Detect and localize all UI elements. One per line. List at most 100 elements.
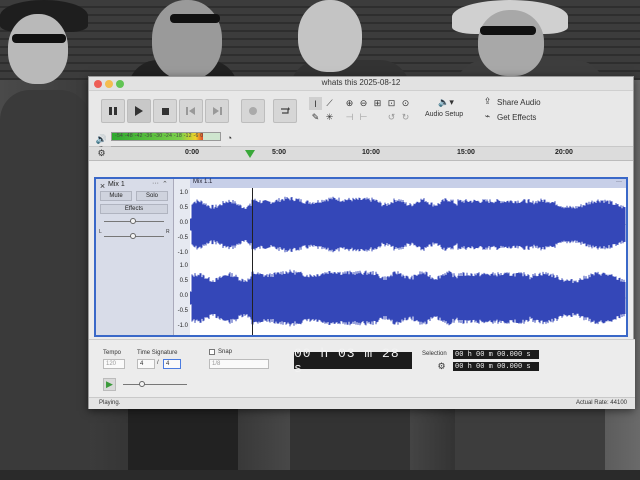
snap-select[interactable]: 1/8 xyxy=(209,359,269,369)
ruler-label: 15:00 xyxy=(457,149,475,156)
person-glasses xyxy=(170,14,220,23)
clip-menu-icon[interactable]: ··· xyxy=(616,179,622,185)
person-head xyxy=(478,10,544,76)
loop-button[interactable] xyxy=(273,99,297,123)
gear-icon: ⚙ xyxy=(97,148,106,158)
draw-tool-button[interactable]: ✎ xyxy=(309,111,322,124)
fit-project-icon: ⊡ xyxy=(387,98,396,108)
share-audio-label[interactable]: Share Audio xyxy=(497,98,541,107)
skip-end-icon xyxy=(213,107,222,115)
amplitude-label: 0.0 xyxy=(179,220,188,226)
tracks-panel: × Mix 1 ··· ⌃ Mute Solo Effects L R 1.0 0… xyxy=(94,177,628,337)
play-speed-slider-track[interactable] xyxy=(123,384,187,385)
zoom-out-button[interactable]: ⊖ xyxy=(357,97,370,110)
record-button[interactable] xyxy=(241,99,265,123)
collapse-track-icon[interactable]: ⌃ xyxy=(162,180,168,188)
waveform-channel-left[interactable] xyxy=(190,188,626,261)
playhead-line xyxy=(252,188,253,335)
ruler-label: 10:00 xyxy=(362,149,380,156)
mute-button[interactable]: Mute xyxy=(100,191,132,201)
playback-volume-knob[interactable]: ◔ xyxy=(223,131,236,144)
waveform-area[interactable]: Mix 1.1 ··· xyxy=(190,179,626,335)
selection-tool-button[interactable]: I xyxy=(309,97,322,110)
get-effects-icon-button[interactable]: ⌁ xyxy=(481,110,494,123)
waveform-path xyxy=(190,196,626,253)
timeline-settings-button[interactable]: ⚙ xyxy=(95,147,108,160)
plug-icon: ⌁ xyxy=(484,111,491,121)
play-speed-slider-thumb[interactable] xyxy=(139,381,145,387)
selection-settings-button[interactable]: ⚙ xyxy=(435,360,448,373)
selection-start-field[interactable]: 00 h 00 m 00.000 s xyxy=(453,350,539,359)
fit-selection-button[interactable]: ⊞ xyxy=(371,97,384,110)
track-name[interactable]: Mix 1 xyxy=(108,181,125,188)
track-control-panel: × Mix 1 ··· ⌃ Mute Solo Effects L R xyxy=(96,179,174,335)
selection-label: Selection xyxy=(422,351,447,357)
clip-title-bar[interactable]: Mix 1.1 ··· xyxy=(190,179,626,188)
pause-button[interactable] xyxy=(101,99,125,123)
audacity-window: whats this 2025-08-12 I ⟋ ✎ ✳ ⊕ ⊖ ⊞ ⊡ ⊙ … xyxy=(88,76,635,409)
silence-button[interactable]: ⊢ xyxy=(357,111,370,124)
envelope-tool-button[interactable]: ⟋ xyxy=(323,97,336,110)
zoom-in-button[interactable]: ⊕ xyxy=(343,97,356,110)
clip-name: Mix 1.1 xyxy=(193,179,213,185)
stop-button[interactable] xyxy=(153,99,177,123)
ruler-label: 20:00 xyxy=(555,149,573,156)
play-at-speed-button[interactable]: ▶ xyxy=(103,378,116,391)
trim-icon: ⊣ xyxy=(345,112,354,122)
person-head xyxy=(152,0,222,80)
time-signature-bottom[interactable]: 4 xyxy=(163,359,181,369)
get-effects-label[interactable]: Get Effects xyxy=(497,113,536,122)
tempo-field[interactable]: 120 xyxy=(103,359,125,369)
skip-to-start-button[interactable] xyxy=(179,99,203,123)
actual-rate: Actual Rate: 44100 xyxy=(575,400,627,406)
solo-button[interactable]: Solo xyxy=(136,191,168,201)
waveform-channel-right[interactable] xyxy=(190,261,626,335)
ruler-label: 0:00 xyxy=(185,149,200,156)
ruler-label: 5:00 xyxy=(272,149,287,156)
zoom-out-icon: ⊖ xyxy=(359,98,368,108)
audio-setup-label[interactable]: Audio Setup xyxy=(425,111,463,118)
title-bar[interactable]: whats this 2025-08-12 xyxy=(89,77,633,91)
redo-icon: ↻ xyxy=(401,112,410,122)
selection-end-field[interactable]: 00 h 00 m 00.000 s xyxy=(453,362,539,371)
pause-icon xyxy=(109,107,117,115)
redo-button[interactable]: ↻ xyxy=(399,111,412,124)
trim-button[interactable]: ⊣ xyxy=(343,111,356,124)
share-icon: ⇪ xyxy=(483,96,492,106)
play-button[interactable] xyxy=(127,99,151,123)
time-signature-label: Time Signature xyxy=(137,350,178,356)
undo-icon: ↺ xyxy=(387,112,396,122)
person-glasses xyxy=(480,26,536,35)
time-signature-top[interactable]: 4 xyxy=(137,359,155,369)
gear-icon: ⚙ xyxy=(437,361,446,371)
zoom-in-icon: ⊕ xyxy=(345,98,354,108)
skip-start-icon xyxy=(186,107,195,115)
zoom-toggle-button[interactable]: ⊙ xyxy=(399,97,412,110)
amplitude-label: 0.5 xyxy=(179,278,188,284)
person-glasses xyxy=(12,34,66,43)
audio-setup-button[interactable]: 🔈▾ xyxy=(433,96,459,109)
effects-button[interactable]: Effects xyxy=(100,204,168,214)
knob-icon: ◔ xyxy=(226,132,233,143)
amplitude-label: 0.0 xyxy=(179,293,188,299)
playhead-marker-icon[interactable] xyxy=(245,150,255,160)
snap-checkbox[interactable] xyxy=(209,349,215,355)
toolbar: I ⟋ ✎ ✳ ⊕ ⊖ ⊞ ⊡ ⊙ ⊣ ⊢ ↺ ↻ 🔈▾ Audio Setup… xyxy=(89,91,633,156)
share-audio-icon-button[interactable]: ⇪ xyxy=(481,95,494,108)
track-menu-icon[interactable]: ··· xyxy=(152,180,159,187)
skip-to-end-button[interactable] xyxy=(205,99,229,123)
multi-tool-button[interactable]: ✳ xyxy=(323,111,336,124)
pan-slider-thumb[interactable] xyxy=(130,233,136,239)
undo-button[interactable]: ↺ xyxy=(385,111,398,124)
record-icon xyxy=(249,107,257,115)
amplitude-scale: 1.0 0.5 0.0 -0.5 -1.0 1.0 0.5 0.0 -0.5 -1.0 xyxy=(174,179,190,335)
time-sig-slash: / xyxy=(157,360,159,366)
time-display[interactable]: 00 h 03 m 28 s xyxy=(294,346,412,376)
fit-project-button[interactable]: ⊡ xyxy=(385,97,398,110)
play-icon xyxy=(135,106,143,116)
amplitude-label: -0.5 xyxy=(177,308,188,314)
timeline-ruler[interactable]: ⚙ 0:00 5:00 10:00 15:00 20:00 xyxy=(89,147,633,161)
person-head xyxy=(8,14,68,84)
gain-slider-thumb[interactable] xyxy=(130,218,136,224)
fit-selection-icon: ⊞ xyxy=(373,98,382,108)
